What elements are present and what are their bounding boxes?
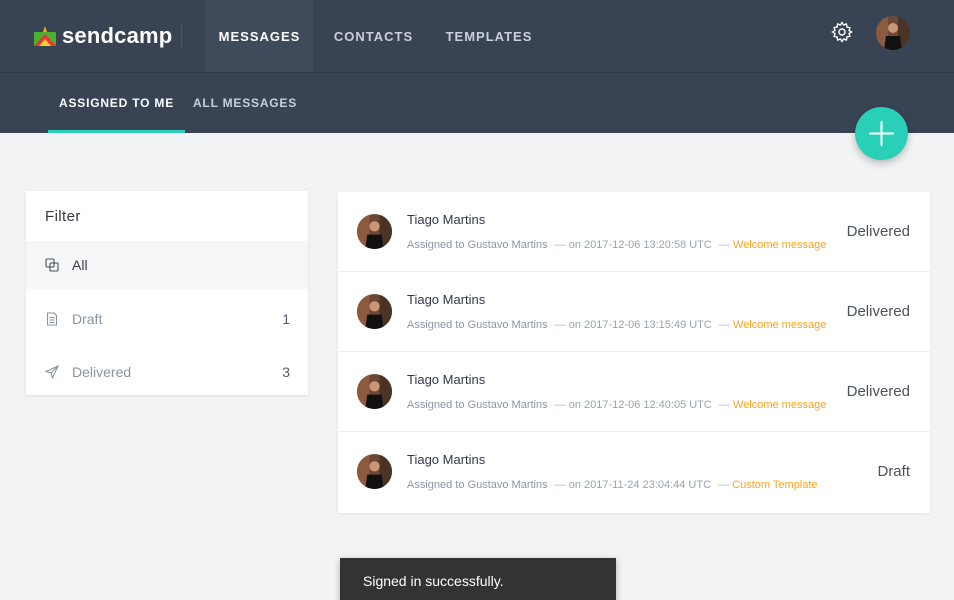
message-date: on 2017-11-24 23:04:44 UTC [568, 479, 712, 491]
filter-item-count: 1 [282, 311, 290, 327]
template-link[interactable]: Welcome message [733, 239, 826, 251]
template-link[interactable]: Custom Template [732, 479, 817, 491]
filter-item-draft[interactable]: Draft 1 [26, 295, 308, 343]
message-meta: Assigned to Gustavo Martins — on 2017-12… [407, 399, 827, 411]
tab-contacts[interactable]: CONTACTS [320, 0, 427, 72]
contact-name: Tiago Martins [407, 452, 486, 467]
user-avatar[interactable] [876, 16, 910, 50]
message-meta: Assigned to Gustavo Martins — on 2017-12… [407, 319, 827, 331]
assigned-to: Assigned to Gustavo Martins [407, 239, 548, 251]
new-message-button[interactable] [855, 107, 908, 160]
message-list: Tiago Martins Assigned to Gustavo Martin… [338, 192, 930, 513]
filter-item-label: Delivered [72, 364, 132, 380]
template-link[interactable]: Welcome message [733, 399, 826, 411]
message-row[interactable]: Tiago Martins Assigned to Gustavo Martin… [338, 192, 930, 272]
message-meta: Assigned to Gustavo Martins — on 2017-11… [407, 479, 818, 491]
brand-divider [181, 24, 182, 48]
filter-item-count: 3 [282, 364, 290, 380]
send-icon [44, 364, 60, 380]
tab-all-messages[interactable]: ALL MESSAGES [190, 72, 300, 133]
plus-icon [869, 121, 894, 146]
status-label: Delivered [846, 303, 910, 320]
avatar [357, 214, 392, 249]
message-row[interactable]: Tiago Martins Assigned to Gustavo Martin… [338, 432, 930, 512]
sendcamp-logo-icon [33, 24, 57, 48]
tab-messages[interactable]: MESSAGES [206, 0, 313, 72]
template-link[interactable]: Welcome message [733, 319, 826, 331]
message-meta: Assigned to Gustavo Martins — on 2017-12… [407, 239, 827, 251]
tab-templates[interactable]: TEMPLATES [434, 0, 544, 72]
contact-name: Tiago Martins [407, 292, 486, 307]
copy-icon [45, 258, 59, 272]
message-date: on 2017-12-06 12:40:05 UTC [568, 399, 712, 411]
filter-title: Filter [45, 208, 81, 225]
message-date: on 2017-12-06 13:20:58 UTC [568, 239, 712, 251]
assigned-to: Assigned to Gustavo Martins [407, 399, 548, 411]
brand-logo[interactable]: sendcamp [33, 22, 172, 50]
filter-item-all[interactable]: All [26, 241, 308, 289]
avatar [357, 294, 392, 329]
message-row[interactable]: Tiago Martins Assigned to Gustavo Martin… [338, 272, 930, 352]
gear-icon[interactable] [830, 20, 854, 44]
contact-name: Tiago Martins [407, 372, 486, 387]
assigned-to: Assigned to Gustavo Martins [407, 319, 548, 331]
filter-panel: Filter All Draft 1 Delivered 3 [26, 191, 308, 395]
status-label: Draft [877, 463, 910, 480]
toast-notification: Signed in successfully. [340, 558, 616, 600]
toast-text: Signed in successfully. [363, 573, 504, 589]
avatar [357, 454, 392, 489]
brand-name: sendcamp [62, 23, 173, 48]
document-icon [45, 312, 59, 326]
contact-name: Tiago Martins [407, 212, 486, 227]
filter-item-label: Draft [72, 311, 103, 327]
avatar [357, 374, 392, 409]
assigned-to: Assigned to Gustavo Martins [407, 479, 548, 491]
filter-item-delivered[interactable]: Delivered 3 [26, 348, 308, 396]
filter-item-label: All [72, 257, 88, 273]
status-label: Delivered [846, 223, 910, 240]
message-row[interactable]: Tiago Martins Assigned to Gustavo Martin… [338, 352, 930, 432]
message-date: on 2017-12-06 13:15:49 UTC [568, 319, 712, 331]
tab-assigned-to-me[interactable]: ASSIGNED TO ME [48, 72, 185, 133]
status-label: Delivered [846, 383, 910, 400]
